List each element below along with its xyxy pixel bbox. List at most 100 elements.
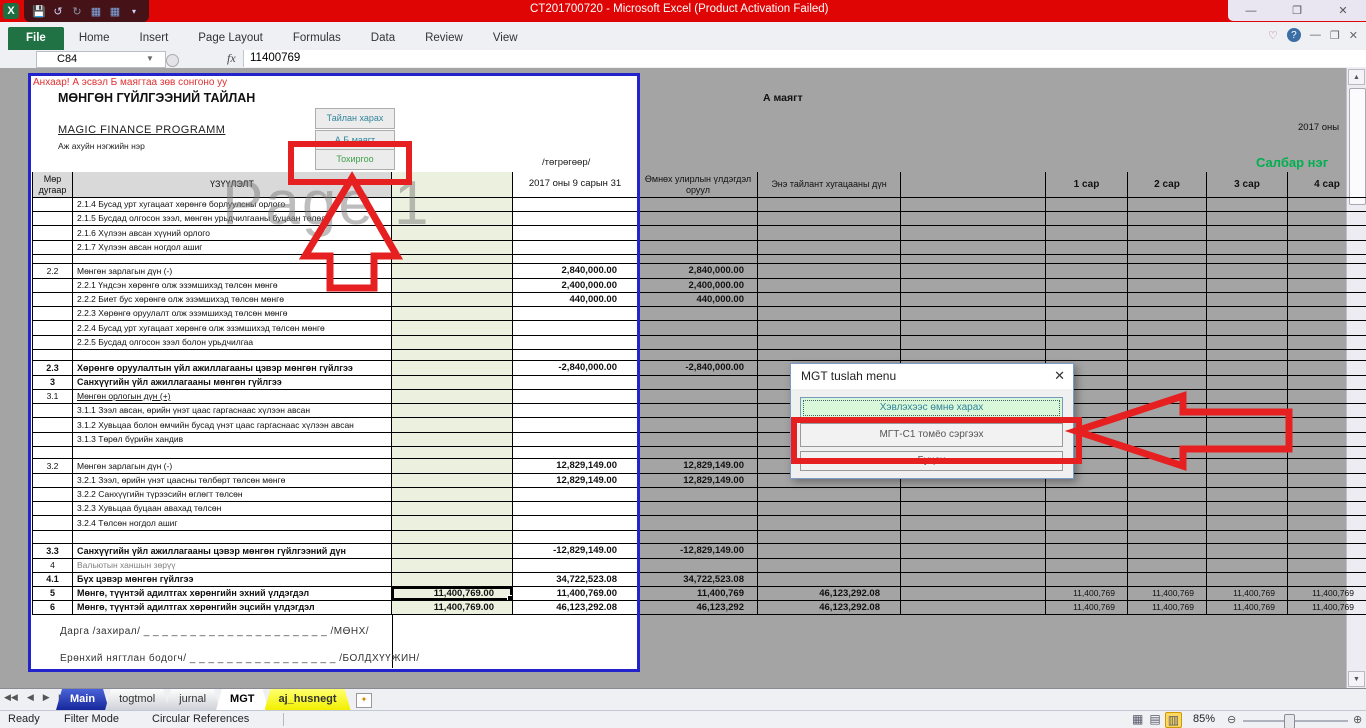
cell-m4[interactable] xyxy=(1288,255,1366,264)
cell-val[interactable] xyxy=(513,350,638,361)
cell-m2[interactable] xyxy=(1128,390,1207,404)
cell-m3[interactable] xyxy=(1207,573,1288,587)
cell-label[interactable]: 3.1.3 Төрөл бүрийн хандив xyxy=(73,433,392,447)
cell-m4[interactable]: 11,400,769 xyxy=(1288,587,1366,601)
cell-val[interactable] xyxy=(513,516,638,531)
cell-prev[interactable]: 34,722,523.08 xyxy=(638,573,758,587)
restore-formula-button[interactable]: МГТ-С1 томёо сэргээх xyxy=(800,423,1063,447)
undo-icon[interactable]: ↺ xyxy=(51,4,65,18)
cell-prev[interactable] xyxy=(638,531,758,544)
cell-cur[interactable]: 46,123,292.08 xyxy=(758,587,901,601)
cell-num[interactable] xyxy=(32,474,73,488)
cell-gap[interactable] xyxy=(901,350,1045,361)
cell-val[interactable]: 12,829,149.00 xyxy=(513,459,638,474)
cell-m1[interactable] xyxy=(1045,226,1128,241)
help-icon[interactable]: ? xyxy=(1287,28,1301,42)
ribbon-tab-formulas[interactable]: Formulas xyxy=(278,27,356,50)
cell-m2[interactable] xyxy=(1128,459,1207,474)
cell-cur[interactable]: 46,123,292.08 xyxy=(758,601,901,615)
cell-m4[interactable] xyxy=(1288,226,1366,241)
cell-green[interactable] xyxy=(392,241,513,255)
table-borders-icon[interactable]: ▦ xyxy=(89,4,103,18)
cell-m4[interactable] xyxy=(1288,361,1366,376)
prev-sheet-icon[interactable]: ◀ xyxy=(27,692,34,703)
cell-m4[interactable] xyxy=(1288,279,1366,293)
cell-green[interactable] xyxy=(392,459,513,474)
cell-num[interactable] xyxy=(32,336,73,350)
cell-num[interactable]: 5 xyxy=(32,587,73,601)
cell-label[interactable]: Мөнгө, түүнтэй адилтгах хөрөнгийн эцсийн… xyxy=(73,601,392,615)
doc-minimize-icon[interactable]: — xyxy=(1310,29,1321,41)
cell-green[interactable] xyxy=(392,544,513,559)
cell-label[interactable]: Вальютын ханшын зөрүү xyxy=(73,559,392,573)
cell-gap[interactable] xyxy=(901,226,1045,241)
settings-button[interactable]: Тохиргоо xyxy=(315,149,395,170)
cell-prev[interactable]: -2,840,000.00 xyxy=(638,361,758,376)
cell-m3[interactable] xyxy=(1207,531,1288,544)
cell-val[interactable]: 2,840,000.00 xyxy=(513,264,638,279)
cell-m2[interactable] xyxy=(1128,279,1207,293)
cell-m4[interactable] xyxy=(1288,390,1366,404)
restore-button[interactable]: ❐ xyxy=(1282,4,1312,17)
cell-green[interactable] xyxy=(392,361,513,376)
cell-label[interactable]: 3.2.4 Төлсөн ногдол ашиг xyxy=(73,516,392,531)
cell-num[interactable] xyxy=(32,226,73,241)
cell-m2[interactable] xyxy=(1128,474,1207,488)
cell-m4[interactable] xyxy=(1288,459,1366,474)
cell-num[interactable] xyxy=(32,321,73,336)
cell-m3[interactable] xyxy=(1207,390,1288,404)
cell-m2[interactable] xyxy=(1128,264,1207,279)
cell-prev[interactable] xyxy=(638,307,758,321)
cell-green[interactable] xyxy=(392,212,513,226)
cell-m1[interactable] xyxy=(1045,241,1128,255)
cell-val[interactable] xyxy=(513,418,638,433)
cell-green[interactable] xyxy=(392,279,513,293)
formula-input[interactable]: 11400769 xyxy=(243,50,1366,67)
cell-num[interactable] xyxy=(32,198,73,212)
cell-label[interactable] xyxy=(73,531,392,544)
cell-val[interactable]: 34,722,523.08 xyxy=(513,573,638,587)
cell-label[interactable]: 2.2.5 Бусдад олгосон зээл болон урьдчилг… xyxy=(73,336,392,350)
cell-green[interactable] xyxy=(392,307,513,321)
cell-green[interactable] xyxy=(392,198,513,212)
cell-m4[interactable] xyxy=(1288,516,1366,531)
cell-num[interactable] xyxy=(32,433,73,447)
cell-num[interactable] xyxy=(32,516,73,531)
cell-prev[interactable]: 12,829,149.00 xyxy=(638,459,758,474)
cell-m2[interactable] xyxy=(1128,516,1207,531)
cell-val[interactable] xyxy=(513,212,638,226)
sheet-tab-main[interactable]: Main xyxy=(56,689,109,710)
cell-gap[interactable] xyxy=(901,573,1045,587)
cell-val[interactable]: 11,400,769.00 xyxy=(513,587,638,601)
cell-label[interactable] xyxy=(73,255,392,264)
cell-num[interactable]: 3.3 xyxy=(32,544,73,559)
cell-m4[interactable] xyxy=(1288,212,1366,226)
cell-label[interactable]: 3.2.1 Зээл, өрийн үнэт цаасны төлбөрт тө… xyxy=(73,474,392,488)
cell-prev[interactable]: 2,840,000.00 xyxy=(638,264,758,279)
cell-gap[interactable] xyxy=(901,293,1045,307)
cell-prev[interactable] xyxy=(638,321,758,336)
cell-label[interactable]: 2.1.5 Бусдад олгосон зээл, мөнгөн урьдчи… xyxy=(73,212,392,226)
cell-label[interactable]: Мөнгөн зарлагын дүн (-) xyxy=(73,459,392,474)
cell-cur[interactable] xyxy=(758,488,901,502)
cell-cur[interactable] xyxy=(758,264,901,279)
selected-cell[interactable]: 11,400,769.00 xyxy=(392,587,513,601)
cell-cur[interactable] xyxy=(758,350,901,361)
cell-m4[interactable] xyxy=(1288,198,1366,212)
cell-m4[interactable] xyxy=(1288,376,1366,390)
cell-val[interactable]: 2,400,000.00 xyxy=(513,279,638,293)
zoom-in-icon[interactable]: ⊕ xyxy=(1353,713,1362,726)
cell-cur[interactable] xyxy=(758,241,901,255)
cell-m2[interactable] xyxy=(1128,336,1207,350)
cell-m4[interactable] xyxy=(1288,321,1366,336)
cell-m2[interactable] xyxy=(1128,447,1207,459)
cell-green[interactable] xyxy=(392,559,513,573)
cell-gap[interactable] xyxy=(901,544,1045,559)
cell-val[interactable]: 46,123,292.08 xyxy=(513,601,638,615)
cell-green[interactable] xyxy=(392,255,513,264)
cell-gap[interactable] xyxy=(901,336,1045,350)
cell-gap[interactable] xyxy=(901,559,1045,573)
cell-prev[interactable] xyxy=(638,212,758,226)
cell-prev[interactable] xyxy=(638,418,758,433)
doc-close-icon[interactable]: ✕ xyxy=(1349,29,1358,42)
